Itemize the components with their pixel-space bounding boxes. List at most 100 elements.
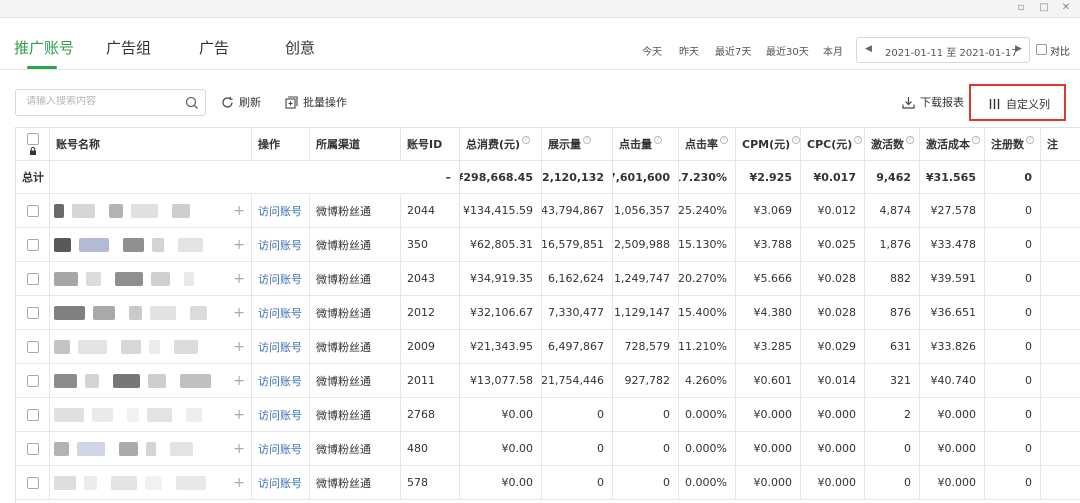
row-checkbox[interactable] [26, 374, 39, 387]
refresh-icon [222, 96, 233, 108]
row-checkbox[interactable] [26, 408, 39, 421]
col-account-name[interactable]: 账号名称 [50, 128, 252, 160]
visit-account-link[interactable]: 访问账号 [252, 228, 310, 261]
visit-account-link[interactable]: 访问账号 [252, 364, 310, 397]
col-registrations[interactable]: 注册数? [985, 128, 1041, 160]
col-impressions-label: 展示量 [548, 138, 581, 151]
close-icon[interactable]: ✕ [1059, 2, 1073, 13]
compare-checkbox[interactable] [1036, 44, 1047, 55]
visit-account-link-text[interactable]: 访问账号 [258, 475, 302, 491]
add-icon[interactable]: + [233, 203, 245, 219]
totals-cost-text: ¥298,668.45 [460, 170, 533, 184]
range-last-7-days[interactable]: 最近7天 [715, 43, 751, 58]
col-cpc[interactable]: CPC(元)? [801, 128, 865, 160]
help-icon[interactable]: ? [654, 136, 662, 144]
add-icon[interactable]: + [233, 441, 245, 457]
clicks-cell-text: 11,056,357 [613, 204, 670, 217]
help-icon[interactable]: ? [906, 136, 914, 144]
row-checkbox[interactable] [26, 442, 39, 455]
help-icon[interactable]: ? [1026, 136, 1034, 144]
ctr-cell: 25.240% [679, 194, 736, 227]
help-icon[interactable]: ? [720, 136, 728, 144]
date-range-picker[interactable]: ◀ 2021-01-11 至 2021-01-17 ▶ [856, 37, 1030, 63]
redacted-name-block [129, 305, 142, 320]
totals-registrations: 0 [985, 161, 1041, 193]
visit-account-link-text[interactable]: 访问账号 [258, 203, 302, 219]
col-activations[interactable]: 激活数? [865, 128, 920, 160]
redacted-name-block [78, 339, 107, 354]
help-icon[interactable]: ? [583, 136, 591, 144]
batch-operation-button[interactable]: 批量操作 [285, 94, 347, 110]
row-checkbox[interactable] [26, 340, 39, 353]
range-this-month[interactable]: 本月 [823, 43, 843, 58]
tab-ad-groups[interactable]: 广告组 [106, 37, 151, 58]
date-prev-icon[interactable]: ◀ [865, 44, 872, 54]
visit-account-link-text[interactable]: 访问账号 [258, 305, 302, 321]
visit-account-link-text[interactable]: 访问账号 [258, 271, 302, 287]
visit-account-link[interactable]: 访问账号 [252, 466, 310, 499]
visit-account-link-text[interactable]: 访问账号 [258, 339, 302, 355]
col-activation-cost[interactable]: 激活成本? [920, 128, 985, 160]
tab-creatives[interactable]: 创意 [285, 37, 315, 58]
account-name-cell: + [50, 432, 252, 465]
activation-cost-cell: ¥27.578 [920, 194, 985, 227]
visit-account-link[interactable]: 访问账号 [252, 296, 310, 329]
row-checkbox[interactable] [26, 272, 39, 285]
visit-account-link[interactable]: 访问账号 [252, 330, 310, 363]
search-input[interactable] [26, 96, 186, 107]
col-impressions[interactable]: 展示量? [542, 128, 613, 160]
visit-account-link[interactable]: 访问账号 [252, 194, 310, 227]
range-yesterday[interactable]: 昨天 [679, 43, 699, 58]
impressions-cell: 6,497,867 [542, 330, 613, 363]
range-last-30-days[interactable]: 最近30天 [766, 43, 809, 58]
tab-ads[interactable]: 广告 [199, 37, 229, 58]
visit-account-link[interactable]: 访问账号 [252, 398, 310, 431]
visit-account-link-text[interactable]: 访问账号 [258, 441, 302, 457]
download-report-button[interactable]: 下载报表 [902, 94, 964, 110]
add-icon[interactable]: + [233, 305, 245, 321]
help-icon[interactable]: ? [522, 136, 531, 144]
row-checkbox[interactable] [26, 476, 39, 489]
maximize-icon[interactable]: □ [1037, 2, 1051, 13]
cost-cell-text: ¥0.00 [501, 442, 534, 455]
col-ctr[interactable]: 点击率? [679, 128, 736, 160]
custom-columns-button[interactable]: 自定义列 [969, 84, 1066, 121]
range-today[interactable]: 今天 [642, 43, 662, 58]
row-checkbox[interactable] [26, 204, 39, 217]
visit-account-link[interactable]: 访问账号 [252, 262, 310, 295]
visit-account-link-text[interactable]: 访问账号 [258, 237, 302, 253]
refresh-button[interactable]: 刷新 [221, 94, 261, 110]
col-clicks[interactable]: 点击量? [613, 128, 679, 160]
visit-account-link-text[interactable]: 访问账号 [258, 373, 302, 389]
add-icon[interactable]: + [233, 373, 245, 389]
select-all-checkbox[interactable] [26, 133, 39, 145]
registrations-cell-text: 0 [1025, 374, 1032, 387]
add-icon[interactable]: + [233, 475, 245, 491]
add-icon[interactable]: + [233, 407, 245, 423]
totals-ctr: 17.230% [679, 161, 736, 193]
visit-account-link[interactable]: 访问账号 [252, 432, 310, 465]
help-icon[interactable]: ? [854, 136, 863, 144]
activations-cell-text: 876 [890, 306, 911, 319]
visit-account-link-text[interactable]: 访问账号 [258, 407, 302, 423]
help-icon[interactable]: ? [792, 136, 800, 144]
date-next-icon[interactable]: ▶ [1015, 44, 1022, 54]
registrations-cell-text: 0 [1025, 340, 1032, 353]
search-icon[interactable] [185, 96, 199, 110]
col-cpm[interactable]: CPM(元)? [736, 128, 801, 160]
add-icon[interactable]: + [233, 271, 245, 287]
cost-cell-text: ¥0.00 [501, 408, 534, 421]
minimize-icon[interactable]: ▫ [1014, 2, 1028, 13]
help-icon[interactable]: ? [972, 136, 980, 144]
tab-promo-accounts[interactable]: 推广账号 [14, 37, 74, 58]
redacted-name-block [54, 441, 69, 456]
row-checkbox[interactable] [26, 306, 39, 319]
account-id-cell: 2043 [401, 262, 460, 295]
row-checkbox[interactable] [26, 238, 39, 251]
cost-cell: ¥13,077.58 [460, 364, 542, 397]
batch-operation-label: 批量操作 [303, 96, 347, 109]
add-icon[interactable]: + [233, 339, 245, 355]
truncated-cell [1041, 432, 1080, 465]
add-icon[interactable]: + [233, 237, 245, 253]
col-total-cost[interactable]: 总消费(元)? [460, 128, 542, 160]
